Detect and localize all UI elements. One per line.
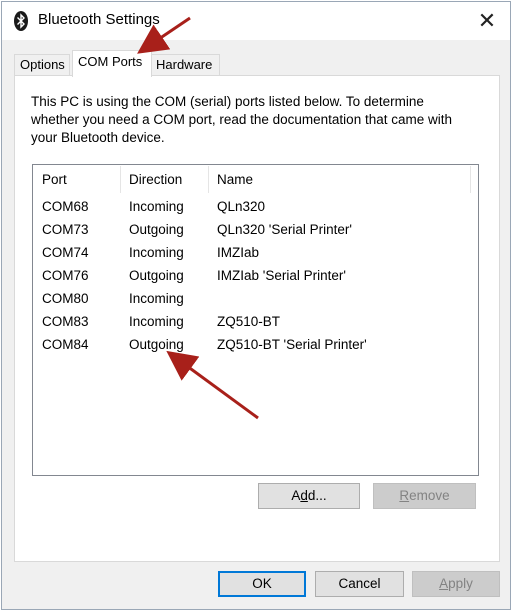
apply-button[interactable]: Apply — [412, 571, 500, 597]
direction-cell: Outgoing — [129, 337, 184, 352]
add-button[interactable]: Add... — [258, 483, 360, 509]
column-header-direction[interactable]: Direction — [120, 165, 208, 195]
apply-label-post: pply — [448, 576, 473, 591]
name-cell — [208, 288, 468, 310]
com-ports-list[interactable]: Port Direction Name COM68 Incoming QLn32… — [32, 164, 479, 476]
close-button[interactable]: ✕ — [464, 2, 510, 40]
port-cell: COM68 — [42, 199, 89, 214]
table-row[interactable]: COM84 Outgoing ZQ510-BT 'Serial Printer' — [33, 334, 478, 356]
name-cell: QLn320 'Serial Printer' — [217, 222, 352, 237]
direction-cell: Incoming — [129, 245, 184, 260]
port-cell: COM83 — [42, 314, 89, 329]
table-row[interactable]: COM76 Outgoing IMZIab 'Serial Printer' — [33, 265, 478, 287]
name-cell: IMZIab 'Serial Printer' — [217, 268, 346, 283]
add-label-pre: A — [291, 488, 301, 503]
table-row[interactable]: COM73 Outgoing QLn320 'Serial Printer' — [33, 219, 478, 241]
direction-cell: Incoming — [129, 199, 184, 214]
table-row[interactable]: COM74 Incoming IMZIab — [33, 242, 478, 264]
tab-com-ports[interactable]: COM Ports — [72, 50, 152, 77]
cancel-button[interactable]: Cancel — [315, 571, 404, 597]
name-cell: ZQ510-BT — [217, 314, 281, 329]
close-icon: ✕ — [477, 8, 497, 34]
bluetooth-settings-dialog: Bluetooth Settings ✕ Options COM Ports H… — [1, 1, 511, 610]
com-ports-panel: This PC is using the COM (serial) ports … — [14, 75, 500, 562]
title-bar: Bluetooth Settings ✕ — [2, 2, 510, 40]
port-cell: COM76 — [42, 268, 89, 283]
remove-label-post: emove — [409, 488, 450, 503]
remove-button[interactable]: Remove — [373, 483, 476, 509]
list-header: Port Direction Name — [33, 165, 478, 195]
table-row[interactable]: COM80 Incoming — [33, 288, 478, 310]
column-divider[interactable] — [470, 166, 471, 193]
add-label-mnemonic: d — [300, 488, 308, 503]
port-cell: COM80 — [42, 291, 89, 306]
name-cell: IMZIab — [217, 245, 260, 260]
window-title: Bluetooth Settings — [38, 11, 160, 28]
port-cell: COM74 — [42, 245, 89, 260]
direction-cell: Incoming — [129, 291, 184, 306]
name-cell: QLn320 — [217, 199, 266, 214]
add-label-post: d... — [307, 488, 327, 503]
column-header-port[interactable]: Port — [33, 165, 120, 195]
ok-button[interactable]: OK — [218, 571, 306, 597]
tab-hardware[interactable]: Hardware — [150, 54, 220, 76]
port-cell: COM84 — [42, 337, 89, 352]
direction-cell: Outgoing — [129, 222, 184, 237]
direction-cell: Incoming — [129, 314, 184, 329]
bluetooth-icon — [14, 11, 28, 31]
direction-cell: Outgoing — [129, 268, 184, 283]
port-cell: COM73 — [42, 222, 89, 237]
apply-label-mnemonic: A — [439, 576, 449, 591]
remove-label-mnemonic: R — [399, 488, 410, 503]
name-cell: ZQ510-BT 'Serial Printer' — [217, 337, 367, 352]
description-text: This PC is using the COM (serial) ports … — [31, 94, 452, 145]
table-row[interactable]: COM83 Incoming ZQ510-BT — [33, 311, 478, 333]
tab-options[interactable]: Options — [14, 54, 70, 76]
column-header-name[interactable]: Name — [208, 165, 470, 195]
table-row[interactable]: COM68 Incoming QLn320 — [33, 196, 478, 218]
